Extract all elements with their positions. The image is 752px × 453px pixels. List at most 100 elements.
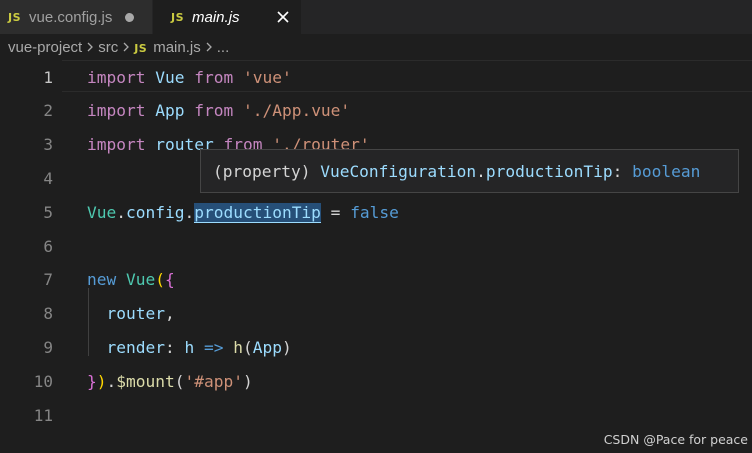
code-token: ( bbox=[155, 270, 165, 290]
js-file-icon: JS bbox=[8, 10, 22, 24]
line-number: 1 bbox=[43, 67, 53, 87]
code-token: ) bbox=[96, 371, 107, 391]
code-text: import App from './App.vue' bbox=[87, 101, 350, 120]
line-number: 2 bbox=[43, 101, 53, 121]
line-number: 10 bbox=[33, 371, 53, 391]
hover-token: . bbox=[476, 161, 486, 181]
js-file-icon: JS bbox=[171, 10, 185, 24]
code-line[interactable]: 2 import App from './App.vue' bbox=[0, 94, 752, 128]
code-token: import bbox=[87, 101, 146, 121]
code-line[interactable]: 7 new Vue({ bbox=[0, 263, 752, 297]
code-line[interactable]: 11 bbox=[0, 398, 752, 432]
hover-token: VueConfiguration bbox=[320, 161, 477, 181]
unsaved-dot-icon[interactable] bbox=[125, 12, 135, 22]
code-token: ( bbox=[242, 337, 253, 357]
code-token: Vue bbox=[126, 270, 156, 290]
code-token: false bbox=[350, 202, 399, 222]
code-token: from bbox=[194, 101, 234, 121]
code-token: ) bbox=[281, 337, 292, 357]
hover-token: boolean bbox=[632, 161, 701, 181]
line-number: 5 bbox=[43, 202, 53, 222]
breadcrumb: vue-project src JS main.js ... bbox=[8, 34, 229, 60]
code-token: : bbox=[164, 337, 185, 357]
code-token: '#app' bbox=[184, 371, 243, 391]
breadcrumb-file-main-js[interactable]: JS main.js bbox=[134, 39, 201, 56]
line-number: 6 bbox=[43, 236, 53, 256]
code-line[interactable]: 8 router, bbox=[0, 297, 752, 331]
code-token: { bbox=[165, 270, 175, 290]
chevron-right-icon bbox=[205, 41, 213, 53]
code-token: from bbox=[194, 67, 234, 87]
hover-token: (property) bbox=[213, 161, 321, 181]
breadcrumb-folder-vue-project[interactable]: vue-project bbox=[8, 39, 82, 56]
code-editor[interactable]: 1 import Vue from 'vue' 2 import App from '… bbox=[0, 60, 752, 453]
code-token: ) bbox=[242, 371, 253, 391]
tab-label: vue.config.js bbox=[29, 8, 113, 26]
code-line[interactable]: 10 }).$mount('#app') bbox=[0, 364, 752, 398]
code-text: import Vue from 'vue' bbox=[87, 68, 292, 87]
code-token: . bbox=[116, 202, 126, 222]
code-token: render bbox=[106, 337, 165, 357]
hover-tooltip: (property) VueConfiguration. productionTi… bbox=[200, 149, 739, 193]
code-line[interactable]: 9 render: h => h(App) bbox=[0, 330, 752, 364]
code-token: new bbox=[87, 270, 117, 290]
line-number: 8 bbox=[43, 304, 53, 324]
code-token: . bbox=[184, 202, 195, 222]
code-token: , bbox=[164, 304, 175, 324]
code-text: new Vue({ bbox=[87, 270, 175, 289]
code-token: = bbox=[320, 202, 351, 222]
code-token: Vue bbox=[155, 67, 185, 87]
breadcrumb-symbols[interactable]: ... bbox=[217, 39, 230, 56]
code-token: router bbox=[106, 304, 165, 324]
code-token: import bbox=[87, 135, 146, 155]
code-line[interactable]: 1 import Vue from 'vue' bbox=[0, 60, 752, 94]
tab-main-js[interactable]: JS main.js bbox=[153, 0, 301, 34]
watermark: CSDN @Pace for peace bbox=[603, 432, 748, 447]
tab-label: main.js bbox=[192, 8, 240, 26]
line-number: 7 bbox=[43, 270, 53, 290]
code-text: Vue.config.productionTip = false bbox=[87, 202, 399, 223]
code-token: } bbox=[87, 371, 97, 391]
code-token: Vue bbox=[87, 202, 117, 222]
code-line[interactable]: 6 bbox=[0, 229, 752, 263]
code-token: . bbox=[106, 371, 117, 391]
hover-token: : bbox=[612, 161, 633, 181]
line-number: 9 bbox=[43, 337, 53, 357]
code-token: h bbox=[233, 337, 243, 357]
chevron-right-icon bbox=[122, 41, 130, 53]
line-number: 3 bbox=[43, 135, 53, 155]
js-file-icon: JS bbox=[134, 41, 148, 55]
code-token: $mount bbox=[116, 371, 175, 391]
breadcrumb-folder-src[interactable]: src bbox=[98, 39, 118, 56]
highlighted-symbol: productionTip bbox=[194, 202, 321, 223]
close-icon[interactable] bbox=[275, 9, 291, 25]
code-token: => bbox=[203, 337, 224, 357]
code-token: 'vue' bbox=[242, 67, 292, 87]
editor-tab-bar: JS vue.config.js JS main.js bbox=[0, 0, 752, 34]
code-token: config bbox=[126, 202, 185, 222]
code-line[interactable]: 5 Vue.config.productionTip = false bbox=[0, 195, 752, 229]
line-number: 4 bbox=[43, 168, 53, 188]
line-number: 11 bbox=[33, 405, 53, 425]
code-text: render: h => h(App) bbox=[87, 338, 292, 357]
code-token: App bbox=[252, 337, 282, 357]
code-text: router, bbox=[87, 304, 175, 323]
hover-token: productionTip bbox=[485, 161, 613, 181]
tab-vue-config[interactable]: JS vue.config.js bbox=[0, 0, 152, 34]
chevron-right-icon bbox=[86, 41, 94, 53]
code-text: }).$mount('#app') bbox=[87, 372, 253, 391]
breadcrumb-file-label: main.js bbox=[153, 38, 201, 56]
code-token: import bbox=[87, 67, 146, 87]
code-token: './App.vue' bbox=[242, 101, 351, 121]
